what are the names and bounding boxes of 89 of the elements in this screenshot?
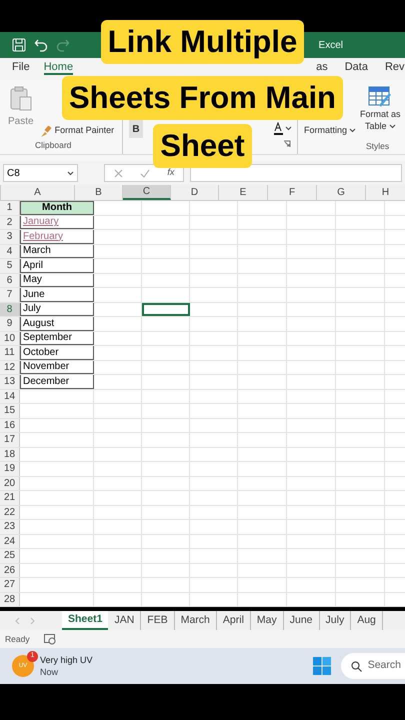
table-cell: February <box>20 230 94 244</box>
row-header[interactable]: 8 <box>0 302 20 316</box>
row-header[interactable]: 12 <box>0 360 20 374</box>
search-field[interactable]: Search <box>340 653 405 679</box>
table-cell: December <box>20 375 94 388</box>
caret-icon <box>388 124 396 130</box>
caption-text: Sheet <box>153 124 252 168</box>
row-header[interactable]: 14 <box>0 390 20 403</box>
redo-icon[interactable] <box>56 38 70 52</box>
column-header[interactable]: A <box>1 185 75 200</box>
table-cell: January <box>20 216 94 229</box>
name-box[interactable]: C8 <box>3 164 78 182</box>
row-header[interactable]: 18 <box>0 448 20 461</box>
table-cell: November <box>20 360 94 374</box>
group-label: Styles <box>366 140 390 152</box>
font-color-icon[interactable] <box>273 122 293 136</box>
cancel-icon[interactable] <box>114 168 123 178</box>
row-header[interactable]: 9 <box>0 317 20 330</box>
column-header[interactable]: G <box>317 185 366 200</box>
row-header[interactable]: 19 <box>0 462 20 476</box>
undo-icon[interactable] <box>34 38 48 52</box>
row-header[interactable]: 25 <box>0 549 20 562</box>
table-cell: Month <box>20 201 94 214</box>
row-header[interactable]: 10 <box>0 332 20 345</box>
row-header[interactable]: 24 <box>0 534 20 548</box>
row-header[interactable]: 3 <box>0 230 20 244</box>
row-header[interactable]: 13 <box>0 375 20 388</box>
caption-text: Link Multiple <box>100 20 304 64</box>
table-cell: June <box>20 288 94 302</box>
formula-field[interactable] <box>190 164 402 182</box>
caret-icon <box>67 170 74 176</box>
table-cell: March <box>20 244 94 258</box>
row-header[interactable]: 17 <box>0 433 20 446</box>
next-sheet-icon[interactable] <box>30 616 36 624</box>
conditional-formatting-button[interactable]: Formatting <box>304 124 356 138</box>
row-header[interactable]: 26 <box>0 564 20 577</box>
menu-tab[interactable]: Data <box>344 61 368 75</box>
sheet-tab[interactable]: Sheet1 <box>62 611 108 630</box>
selected-cell[interactable] <box>142 302 190 316</box>
accessibility-icon[interactable] <box>44 634 56 644</box>
table-cell: August <box>20 317 94 330</box>
check-icon[interactable] <box>140 168 150 178</box>
table-cell: October <box>20 346 94 360</box>
row-header[interactable]: 15 <box>0 404 20 418</box>
paintbrush-icon[interactable] <box>40 126 52 138</box>
format-as-table-button[interactable]: Format as Table <box>360 108 401 132</box>
bold-button[interactable]: B <box>129 120 143 138</box>
save-icon[interactable] <box>12 38 26 52</box>
row-header[interactable]: 11 <box>0 346 20 360</box>
row-header[interactable]: 1 <box>0 201 20 214</box>
column-header[interactable]: D <box>171 185 219 200</box>
weather-title[interactable]: Very high UV <box>40 654 93 666</box>
row-header[interactable]: 6 <box>0 274 20 287</box>
table-cell: May <box>20 274 94 287</box>
table-cell: April <box>20 259 94 272</box>
row-header[interactable]: 27 <box>0 578 20 592</box>
row-header[interactable]: 20 <box>0 476 20 490</box>
column-header[interactable]: E <box>219 185 268 200</box>
weather-time: Now <box>40 666 60 678</box>
table-cell: July <box>20 302 94 316</box>
caret-icon <box>349 128 356 134</box>
menu-tab[interactable]: Rev <box>384 61 405 75</box>
row-header[interactable]: 22 <box>0 506 20 519</box>
menu-tab[interactable]: File <box>12 61 30 75</box>
table-cell: September <box>20 332 94 345</box>
dialog-launcher-icon[interactable] <box>283 140 291 148</box>
windows-start-icon[interactable] <box>312 657 331 675</box>
menu-tab[interactable]: as <box>316 61 328 75</box>
row-header[interactable]: 4 <box>0 244 20 258</box>
status-text: Ready <box>5 632 30 646</box>
row-header[interactable]: 28 <box>0 592 20 606</box>
column-header[interactable]: C <box>123 185 171 200</box>
app-title: Excel <box>318 38 343 52</box>
clipboard-icon[interactable] <box>8 86 33 112</box>
row-header[interactable]: 21 <box>0 491 20 504</box>
row-header[interactable]: 16 <box>0 418 20 432</box>
row-header[interactable]: 7 <box>0 288 20 302</box>
previous-sheet-icon[interactable] <box>14 616 20 624</box>
row-header[interactable]: 23 <box>0 520 20 534</box>
caption-text: Sheets From Main <box>62 76 343 120</box>
table-icon[interactable] <box>368 86 392 108</box>
search-icon <box>350 660 362 672</box>
column-header[interactable]: F <box>268 185 317 200</box>
group-label: Clipboard <box>35 138 72 152</box>
row-header[interactable]: 2 <box>0 216 20 229</box>
row-header[interactable]: 5 <box>0 259 20 272</box>
format-painter-button[interactable]: Format Painter <box>54 124 114 138</box>
column-header[interactable]: H <box>366 185 405 200</box>
function-button[interactable]: fx <box>167 166 174 180</box>
